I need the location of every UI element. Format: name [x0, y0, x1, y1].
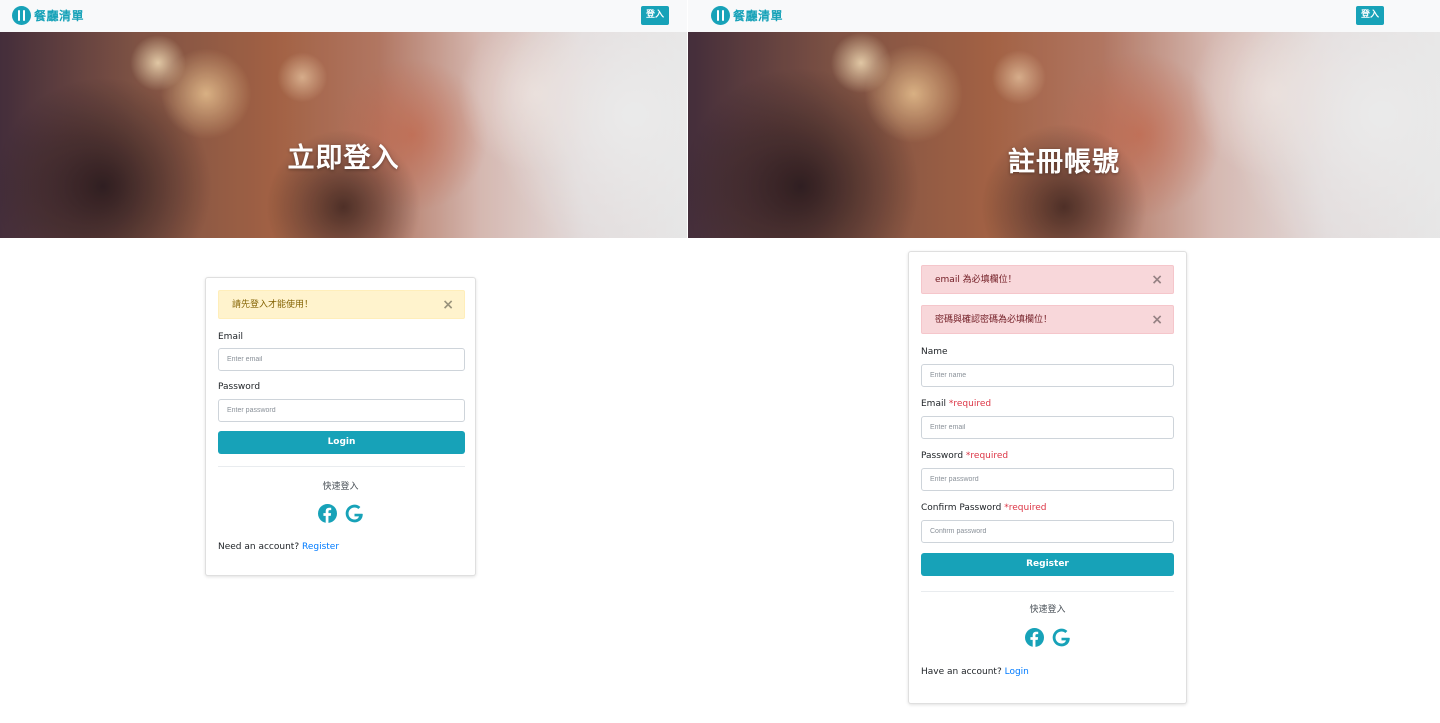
register-prompt: Need an account? Register: [218, 542, 339, 552]
nav-login-button[interactable]: 登入: [1356, 6, 1385, 25]
brand-name: 餐廳清單: [733, 9, 784, 23]
navbar: 餐廳清單 登入: [688, 0, 1440, 32]
utensils-logo-icon: [711, 6, 730, 25]
login-required-alert: 請先登入才能使用！ ×: [218, 290, 465, 319]
login-prompt: Have an account? Login: [921, 667, 1029, 677]
email-input[interactable]: [218, 348, 465, 371]
divider: [218, 466, 465, 467]
name-input[interactable]: [921, 364, 1174, 387]
email-label: Email *required: [921, 399, 991, 409]
login-screen: 餐廳清單 登入 立即登入 請先登入才能使用！ × Email Password …: [0, 0, 687, 723]
confirm-password-label: Confirm Password *required: [921, 503, 1046, 513]
brand-link[interactable]: 餐廳清單: [711, 6, 783, 25]
hero-banner: [0, 32, 687, 238]
navbar: 餐廳清單 登入: [0, 0, 687, 32]
email-label: Email: [218, 332, 243, 342]
register-screen: 餐廳清單 登入 註冊帳號 email 為必填欄位！ × 密碼與確認密碼為必填欄位…: [688, 0, 1440, 723]
alert-text: email 為必填欄位！: [935, 275, 1017, 285]
google-icon[interactable]: [1052, 628, 1071, 647]
password-input[interactable]: [218, 399, 465, 422]
register-button[interactable]: Register: [921, 553, 1174, 576]
social-login: [909, 628, 1186, 647]
alert-text: 請先登入才能使用！: [232, 300, 314, 310]
social-login: [206, 504, 475, 523]
email-input[interactable]: [921, 416, 1174, 439]
alert-text: 密碼與確認密碼為必填欄位！: [935, 315, 1053, 325]
nav-login-button[interactable]: 登入: [641, 6, 670, 25]
utensils-logo-icon: [12, 6, 31, 25]
password-required-alert: 密碼與確認密碼為必填欄位！ ×: [921, 305, 1174, 334]
required-marker: *required: [965, 451, 1009, 461]
register-card: email 為必填欄位！ × 密碼與確認密碼為必填欄位！ × Name Emai…: [908, 251, 1187, 704]
login-button[interactable]: Login: [218, 431, 465, 454]
password-label-text: Password: [921, 451, 964, 461]
google-icon[interactable]: [345, 504, 364, 523]
required-marker: *required: [1004, 503, 1047, 513]
email-required-alert: email 為必填欄位！ ×: [921, 265, 1174, 294]
quick-login-label: 快速登入: [322, 482, 359, 492]
login-link[interactable]: Login: [1005, 667, 1029, 677]
alert-close-button[interactable]: ×: [442, 291, 454, 320]
facebook-icon[interactable]: [317, 504, 337, 523]
facebook-icon[interactable]: [1024, 628, 1044, 647]
email-label-text: Email: [921, 399, 946, 409]
password-label: Password: [218, 382, 261, 392]
confirm-password-input[interactable]: [921, 520, 1174, 543]
alert-close-button[interactable]: ×: [1151, 266, 1163, 295]
login-card: 請先登入才能使用！ × Email Password Login 快速登入 Ne…: [205, 277, 476, 576]
quick-login-label: 快速登入: [1029, 605, 1066, 615]
page-title: 註冊帳號: [1008, 147, 1120, 178]
register-link[interactable]: Register: [302, 542, 339, 552]
register-prompt-text: Need an account?: [218, 542, 300, 552]
confirm-password-label-text: Confirm Password: [921, 503, 1002, 513]
password-label: Password *required: [921, 451, 1008, 461]
required-marker: *required: [948, 399, 992, 409]
password-input[interactable]: [921, 468, 1174, 491]
page-title: 立即登入: [287, 143, 400, 174]
login-prompt-text: Have an account?: [921, 667, 1002, 677]
divider: [921, 591, 1174, 592]
name-label: Name: [921, 347, 948, 357]
brand-name: 餐廳清單: [34, 9, 85, 23]
alert-close-button[interactable]: ×: [1151, 306, 1163, 335]
brand-link[interactable]: 餐廳清單: [12, 6, 84, 25]
hero-banner: [688, 32, 1440, 238]
